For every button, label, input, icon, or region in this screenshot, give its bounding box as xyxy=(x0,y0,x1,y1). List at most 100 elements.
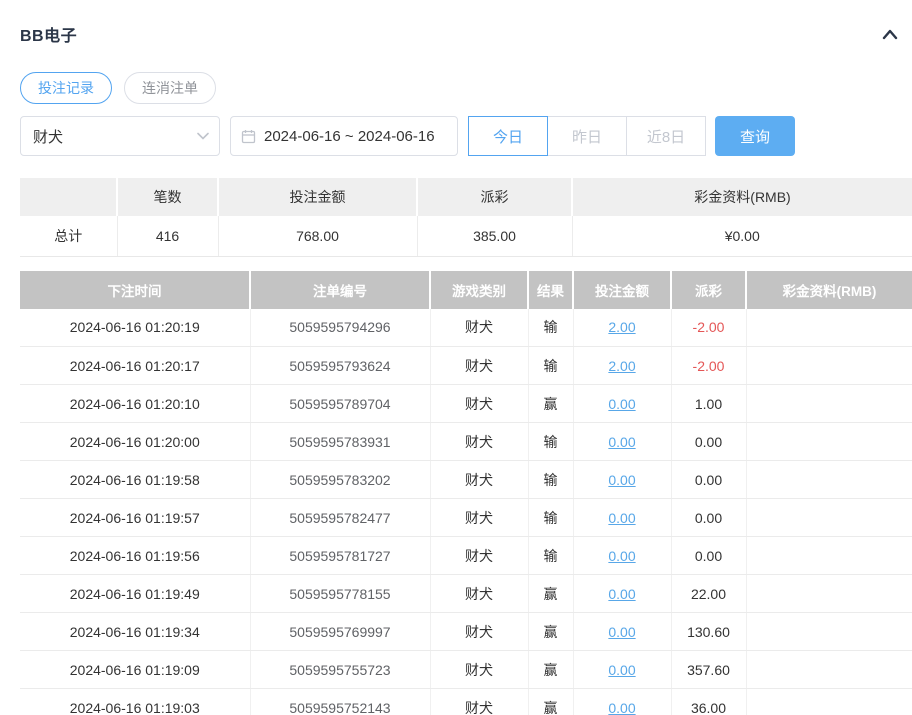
bet-amount-link[interactable]: 0.00 xyxy=(608,472,635,488)
cell-order-no: 5059595755723 xyxy=(250,651,430,689)
records-header-payout: 派彩 xyxy=(671,271,746,309)
tab-bar: 投注记录 连消注单 xyxy=(0,72,912,104)
cell-result: 输 xyxy=(528,499,573,537)
record-row: 2024-06-16 01:19:585059595783202财犬输0.000… xyxy=(20,461,912,499)
cell-bet-amount: 0.00 xyxy=(573,613,671,651)
cell-game-type: 财犬 xyxy=(430,613,528,651)
cell-result: 赢 xyxy=(528,575,573,613)
cell-bet-amount: 0.00 xyxy=(573,499,671,537)
cell-result: 输 xyxy=(528,461,573,499)
cell-payout: 0.00 xyxy=(671,499,746,537)
cell-game-type: 财犬 xyxy=(430,461,528,499)
cell-payout: 0.00 xyxy=(671,537,746,575)
cell-bonus xyxy=(746,385,912,423)
summary-header-count: 笔数 xyxy=(117,178,218,216)
bet-amount-link[interactable]: 0.00 xyxy=(608,586,635,602)
bet-amount-link[interactable]: 2.00 xyxy=(608,358,635,374)
summary-header-row: 笔数 投注金额 派彩 彩金资料(RMB) xyxy=(20,178,912,216)
cell-bet-time: 2024-06-16 01:19:49 xyxy=(20,575,250,613)
summary-total-payout: 385.00 xyxy=(417,216,572,256)
record-row: 2024-06-16 01:19:495059595778155财犬赢 0.00 2… xyxy=(20,575,912,613)
cell-bet-time: 2024-06-16 01:20:19 xyxy=(20,309,250,347)
cell-bonus xyxy=(746,499,912,537)
bet-amount-link[interactable]: 2.00 xyxy=(608,319,635,335)
cell-game-type: 财犬 xyxy=(430,689,528,715)
cell-bet-amount: 0.00 xyxy=(573,385,671,423)
cell-bet-amount: 2.00 xyxy=(573,309,671,347)
records-header-bet-amount: 投注金额 xyxy=(573,271,671,309)
cell-bet-amount: 0.00 xyxy=(573,575,671,613)
bet-amount-link[interactable]: 0.00 xyxy=(608,510,635,526)
summary-header-bonus: 彩金资料(RMB) xyxy=(572,178,912,216)
cell-game-type: 财犬 xyxy=(430,309,528,347)
tab-bet-records[interactable]: 投注记录 xyxy=(20,72,112,104)
record-row: 2024-06-16 01:19:565059595781727财犬输0.000… xyxy=(20,537,912,575)
cell-bet-amount: 0.00 xyxy=(573,423,671,461)
summary-total-count: 416 xyxy=(117,216,218,256)
bet-amount-link[interactable]: 0.00 xyxy=(608,700,635,715)
cell-bet-time: 2024-06-16 01:20:17 xyxy=(20,347,250,385)
cell-result: 赢 xyxy=(528,651,573,689)
cell-payout: 357.60 xyxy=(671,651,746,689)
cell-bonus xyxy=(746,575,912,613)
cell-order-no: 5059595782477 xyxy=(250,499,430,537)
summary-header-payout: 派彩 xyxy=(417,178,572,216)
game-select[interactable]: 财犬 xyxy=(20,116,220,156)
cell-bonus xyxy=(746,423,912,461)
cell-game-type: 财犬 xyxy=(430,499,528,537)
records-header-game-type: 游戏类别 xyxy=(430,271,528,309)
cell-bet-time: 2024-06-16 01:19:03 xyxy=(20,689,250,715)
cell-bonus xyxy=(746,689,912,715)
cell-bet-time: 2024-06-16 01:19:34 xyxy=(20,613,250,651)
cell-order-no: 5059595794296 xyxy=(250,309,430,347)
cell-payout: 0.00 xyxy=(671,461,746,499)
cell-game-type: 财犬 xyxy=(430,423,528,461)
cell-bet-time: 2024-06-16 01:20:00 xyxy=(20,423,250,461)
records-header-order-no: 注单编号 xyxy=(250,271,430,309)
cell-bonus xyxy=(746,537,912,575)
collapse-button[interactable] xyxy=(878,24,902,44)
cell-order-no: 5059595778155 xyxy=(250,575,430,613)
summary-table: 笔数 投注金额 派彩 彩金资料(RMB) 总计 416 768.00 385.0… xyxy=(20,178,912,257)
bet-amount-link[interactable]: 0.00 xyxy=(608,624,635,640)
record-row: 2024-06-16 01:19:035059595752143财犬赢0.003… xyxy=(20,689,912,715)
page-title: BB电子 xyxy=(20,22,77,46)
cell-result: 赢 xyxy=(528,385,573,423)
cell-order-no: 5059595793624 xyxy=(250,347,430,385)
cell-bonus xyxy=(746,613,912,651)
record-row: 2024-06-16 01:19:095059595755723财犬赢0.003… xyxy=(20,651,912,689)
cell-result: 赢 xyxy=(528,689,573,715)
bet-amount-link[interactable]: 0.00 xyxy=(608,662,635,678)
cell-bonus xyxy=(746,651,912,689)
cell-payout: 22.00 xyxy=(671,575,746,613)
records-header-bet-time: 下注时间 xyxy=(20,271,250,309)
bb-games-panel: BB电子 投注记录 连消注单 财犬 xyxy=(0,0,912,715)
cell-payout: 36.00 xyxy=(671,689,746,715)
cell-bet-amount: 0.00 xyxy=(573,537,671,575)
record-row: 2024-06-16 01:19:345059595769997财犬赢0.001… xyxy=(20,613,912,651)
cell-bet-amount: 0.00 xyxy=(573,689,671,715)
quick-date-group: 今日 昨日 近8日 xyxy=(468,116,706,156)
calendar-icon xyxy=(241,129,256,144)
cell-bet-time: 2024-06-16 01:19:09 xyxy=(20,651,250,689)
summary-total-bet-amount: 768.00 xyxy=(218,216,417,256)
cell-bet-time: 2024-06-16 01:19:57 xyxy=(20,499,250,537)
summary-total-bonus: ¥0.00 xyxy=(572,216,912,256)
cell-payout: 1.00 xyxy=(671,385,746,423)
cell-bet-time: 2024-06-16 01:20:10 xyxy=(20,385,250,423)
last-8-days-button[interactable]: 近8日 xyxy=(626,116,706,156)
records-header-row: 下注时间 注单编号 游戏类别 结果 投注金额 派彩 彩金资料(RMB) xyxy=(20,271,912,309)
today-button[interactable]: 今日 xyxy=(468,116,548,156)
bet-amount-link[interactable]: 0.00 xyxy=(608,396,635,412)
game-select-value: 财犬 xyxy=(33,126,63,147)
cell-bet-amount: 2.00 xyxy=(573,347,671,385)
date-range-input[interactable]: 2024-06-16 ~ 2024-06-16 xyxy=(230,116,458,156)
bet-amount-link[interactable]: 0.00 xyxy=(608,548,635,564)
cell-result: 输 xyxy=(528,537,573,575)
bet-amount-link[interactable]: 0.00 xyxy=(608,434,635,450)
yesterday-button[interactable]: 昨日 xyxy=(547,116,627,156)
cell-order-no: 5059595783202 xyxy=(250,461,430,499)
tab-cancelled-orders[interactable]: 连消注单 xyxy=(124,72,216,104)
search-button[interactable]: 查询 xyxy=(715,116,795,156)
cell-game-type: 财犬 xyxy=(430,575,528,613)
